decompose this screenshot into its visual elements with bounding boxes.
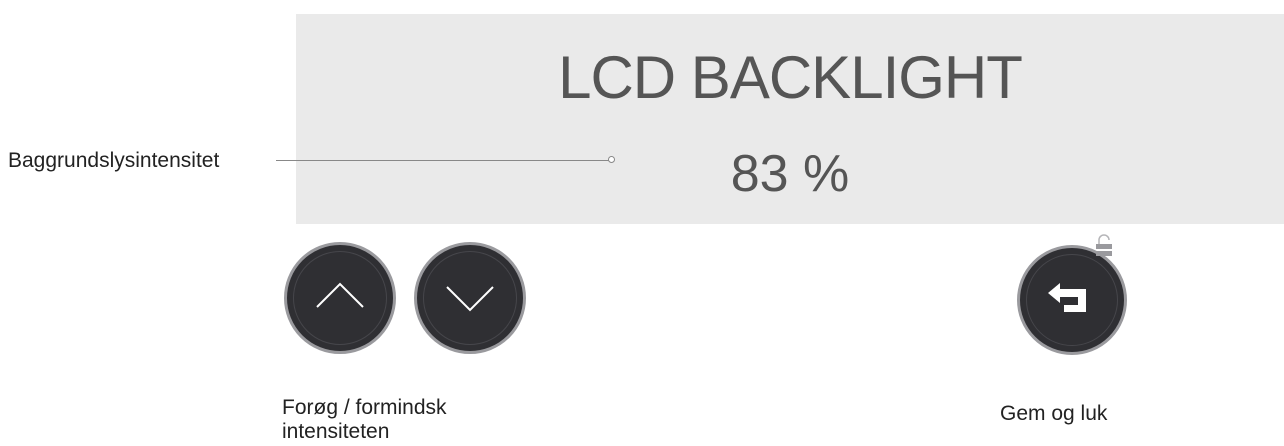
callout-label: Baggrundslysintensitet: [8, 149, 220, 172]
save-caption: Gem og luk: [1000, 402, 1108, 425]
increase-button[interactable]: [284, 242, 396, 354]
adjust-caption: Forøg / formindsk intensiteten: [282, 396, 447, 443]
screen-title: LCD BACKLIGHT: [558, 44, 1023, 111]
return-arrow-icon: [1048, 283, 1086, 312]
callout-line: [276, 160, 610, 161]
chevron-down-icon: [446, 286, 494, 312]
chevron-up-icon: [316, 282, 364, 308]
save-close-button[interactable]: [1017, 245, 1127, 355]
lock-icon: [1096, 233, 1112, 256]
decrease-button[interactable]: [414, 242, 526, 354]
callout-dot: [608, 156, 615, 163]
backlight-value: 83 %: [730, 145, 850, 203]
lcd-screen: LCD BACKLIGHT 83 %: [296, 14, 1284, 224]
